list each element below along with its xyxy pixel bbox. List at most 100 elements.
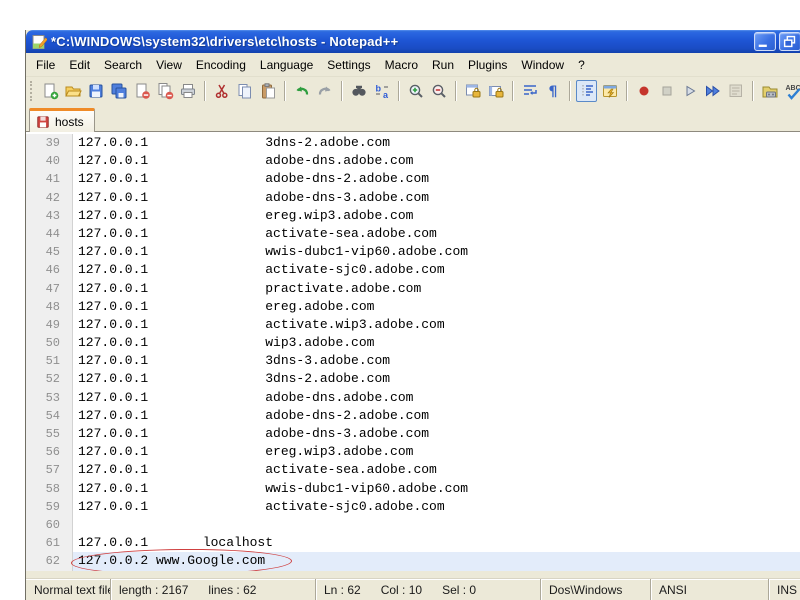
editor-line[interactable]: 59 127.0.0.1 activate-sjc0.adobe.com: [26, 497, 800, 516]
title-bar[interactable]: *C:\WINDOWS\system32\drivers\etc\hosts -…: [26, 30, 800, 53]
editor-line[interactable]: 62 127.0.0.2 www.Google.com: [26, 552, 800, 571]
line-text[interactable]: 127.0.0.1 wip3.adobe.com: [73, 334, 800, 352]
editor-line[interactable]: 42 127.0.0.1 adobe-dns-3.adobe.com: [26, 188, 800, 207]
editor-line[interactable]: 52 127.0.0.1 3dns-2.adobe.com: [26, 370, 800, 389]
menu-run[interactable]: Run: [425, 55, 461, 75]
show-indent-guide-button[interactable]: [576, 80, 597, 102]
close-file-button[interactable]: [131, 80, 152, 102]
line-text[interactable]: 127.0.0.1 wwis-dubc1-vip60.adobe.com: [73, 243, 800, 261]
editor-line[interactable]: 56 127.0.0.1 ereg.wip3.adobe.com: [26, 443, 800, 462]
editor-area[interactable]: 39 127.0.0.1 3dns-2.adobe.com 40 127.0.0.1 …: [26, 132, 800, 571]
line-text[interactable]: 127.0.0.1 adobe-dns-2.adobe.com: [73, 407, 800, 425]
line-number: 50: [26, 334, 73, 353]
editor-line[interactable]: 55 127.0.0.1 adobe-dns-3.adobe.com: [26, 425, 800, 444]
menu-plugins[interactable]: Plugins: [461, 55, 514, 75]
save-all-button[interactable]: [108, 80, 129, 102]
editor-line[interactable]: 50 127.0.0.1 wip3.adobe.com: [26, 334, 800, 353]
line-text[interactable]: 127.0.0.1 activate-sjc0.adobe.com: [73, 498, 800, 516]
menu-search[interactable]: Search: [97, 55, 149, 75]
line-text[interactable]: 127.0.0.1 3dns-2.adobe.com: [73, 370, 800, 388]
editor-line[interactable]: 45 127.0.0.1 wwis-dubc1-vip60.adobe.com: [26, 243, 800, 262]
sync-vertical-button[interactable]: [462, 80, 483, 102]
replace-button[interactable]: ba: [371, 80, 392, 102]
menu-help[interactable]: ?: [571, 55, 592, 75]
line-text[interactable]: 127.0.0.1 activate-sea.adobe.com: [73, 225, 800, 243]
zoom-out-button[interactable]: [428, 80, 449, 102]
editor-line[interactable]: 51 127.0.0.1 3dns-3.adobe.com: [26, 352, 800, 371]
editor-line[interactable]: 58 127.0.0.1 wwis-dubc1-vip60.adobe.com: [26, 479, 800, 498]
line-text[interactable]: 127.0.0.1 3dns-2.adobe.com: [73, 134, 800, 152]
menu-settings[interactable]: Settings: [320, 55, 377, 75]
spell-check-button[interactable]: ABC: [782, 80, 800, 102]
sync-horizontal-button[interactable]: [485, 80, 506, 102]
editor-line[interactable]: 46 127.0.0.1 activate-sjc0.adobe.com: [26, 261, 800, 280]
word-wrap-button[interactable]: [519, 80, 540, 102]
line-text[interactable]: 127.0.0.1 localhost: [73, 534, 800, 552]
editor-line[interactable]: 60: [26, 515, 800, 535]
restore-button[interactable]: [779, 32, 800, 51]
zoom-in-button[interactable]: [405, 80, 426, 102]
window-title: *C:\WINDOWS\system32\drivers\etc\hosts -…: [51, 34, 399, 49]
paste-button[interactable]: [257, 80, 278, 102]
cut-button[interactable]: [211, 80, 232, 102]
minimize-button[interactable]: [754, 32, 776, 51]
line-text[interactable]: 127.0.0.1 wwis-dubc1-vip60.adobe.com: [73, 480, 800, 498]
line-text[interactable]: 127.0.0.1 adobe-dns-2.adobe.com: [73, 170, 800, 188]
doc-monitor-button[interactable]: [759, 80, 780, 102]
editor-line[interactable]: 47 127.0.0.1 practivate.adobe.com: [26, 279, 800, 298]
copy-button[interactable]: [234, 80, 255, 102]
line-text[interactable]: 127.0.0.1 ereg.adobe.com: [73, 298, 800, 316]
macro-stop-button[interactable]: [656, 80, 677, 102]
line-text[interactable]: 127.0.0.1 activate-sjc0.adobe.com: [73, 261, 800, 279]
macro-run-multiple-button[interactable]: [702, 80, 723, 102]
macro-save-button[interactable]: [725, 80, 746, 102]
line-text[interactable]: 127.0.0.1 ereg.wip3.adobe.com: [73, 443, 800, 461]
menu-edit[interactable]: Edit: [62, 55, 97, 75]
status-lines: lines : 62: [208, 582, 257, 597]
editor-line[interactable]: 53 127.0.0.1 adobe-dns.adobe.com: [26, 388, 800, 407]
tab-hosts[interactable]: hosts: [29, 108, 95, 132]
line-text[interactable]: 127.0.0.1 adobe-dns.adobe.com: [73, 389, 800, 407]
close-all-button[interactable]: [154, 80, 175, 102]
menu-file[interactable]: File: [29, 55, 62, 75]
print-button[interactable]: [177, 80, 198, 102]
editor-line[interactable]: 43 127.0.0.1 ereg.wip3.adobe.com: [26, 206, 800, 225]
menu-window[interactable]: Window: [514, 55, 571, 75]
status-cursor-position: Ln : 62 Col : 10 Sel : 0: [316, 579, 541, 600]
editor-line[interactable]: 61 127.0.0.1 localhost: [26, 534, 800, 553]
menu-macro[interactable]: Macro: [378, 55, 425, 75]
line-number: 47: [26, 279, 73, 298]
line-text[interactable]: 127.0.0.1 ereg.wip3.adobe.com: [73, 207, 800, 225]
editor-line[interactable]: 41 127.0.0.1 adobe-dns-2.adobe.com: [26, 170, 800, 189]
editor-line[interactable]: 40 127.0.0.1 adobe-dns.adobe.com: [26, 152, 800, 171]
find-button[interactable]: [348, 80, 369, 102]
editor-line[interactable]: 39 127.0.0.1 3dns-2.adobe.com: [26, 134, 800, 153]
line-text[interactable]: 127.0.0.1 adobe-dns-3.adobe.com: [73, 425, 800, 443]
line-number: 51: [26, 352, 73, 371]
line-text[interactable]: 127.0.0.1 adobe-dns-3.adobe.com: [73, 189, 800, 207]
editor-line[interactable]: 49 127.0.0.1 activate.wip3.adobe.com: [26, 315, 800, 335]
function-completion-button[interactable]: [599, 80, 620, 102]
editor-line[interactable]: 48 127.0.0.1 ereg.adobe.com: [26, 297, 800, 316]
macro-play-button[interactable]: [679, 80, 700, 102]
menu-encoding[interactable]: Encoding: [189, 55, 253, 75]
editor-line[interactable]: 44 127.0.0.1 activate-sea.adobe.com: [26, 224, 800, 244]
line-text[interactable]: 127.0.0.1 practivate.adobe.com: [73, 280, 800, 298]
undo-button[interactable]: [291, 80, 312, 102]
redo-button[interactable]: [314, 80, 335, 102]
new-file-button[interactable]: [39, 80, 60, 102]
toolbar-separator: [455, 81, 456, 101]
editor-line[interactable]: 54 127.0.0.1 adobe-dns-2.adobe.com: [26, 406, 800, 425]
line-text[interactable]: 127.0.0.1 3dns-3.adobe.com: [73, 352, 800, 370]
open-file-button[interactable]: [62, 80, 83, 102]
menu-view[interactable]: View: [149, 55, 189, 75]
save-file-button[interactable]: [85, 80, 106, 102]
show-all-chars-button[interactable]: ¶: [542, 80, 563, 102]
menu-language[interactable]: Language: [253, 55, 320, 75]
line-text[interactable]: 127.0.0.1 activate.wip3.adobe.com: [73, 316, 800, 334]
macro-record-button[interactable]: [633, 80, 654, 102]
line-text[interactable]: 127.0.0.2 www.Google.com: [73, 552, 800, 571]
line-text[interactable]: 127.0.0.1 adobe-dns.adobe.com: [73, 152, 800, 170]
line-text[interactable]: 127.0.0.1 activate-sea.adobe.com: [73, 461, 800, 479]
editor-line[interactable]: 57 127.0.0.1 activate-sea.adobe.com: [26, 461, 800, 480]
